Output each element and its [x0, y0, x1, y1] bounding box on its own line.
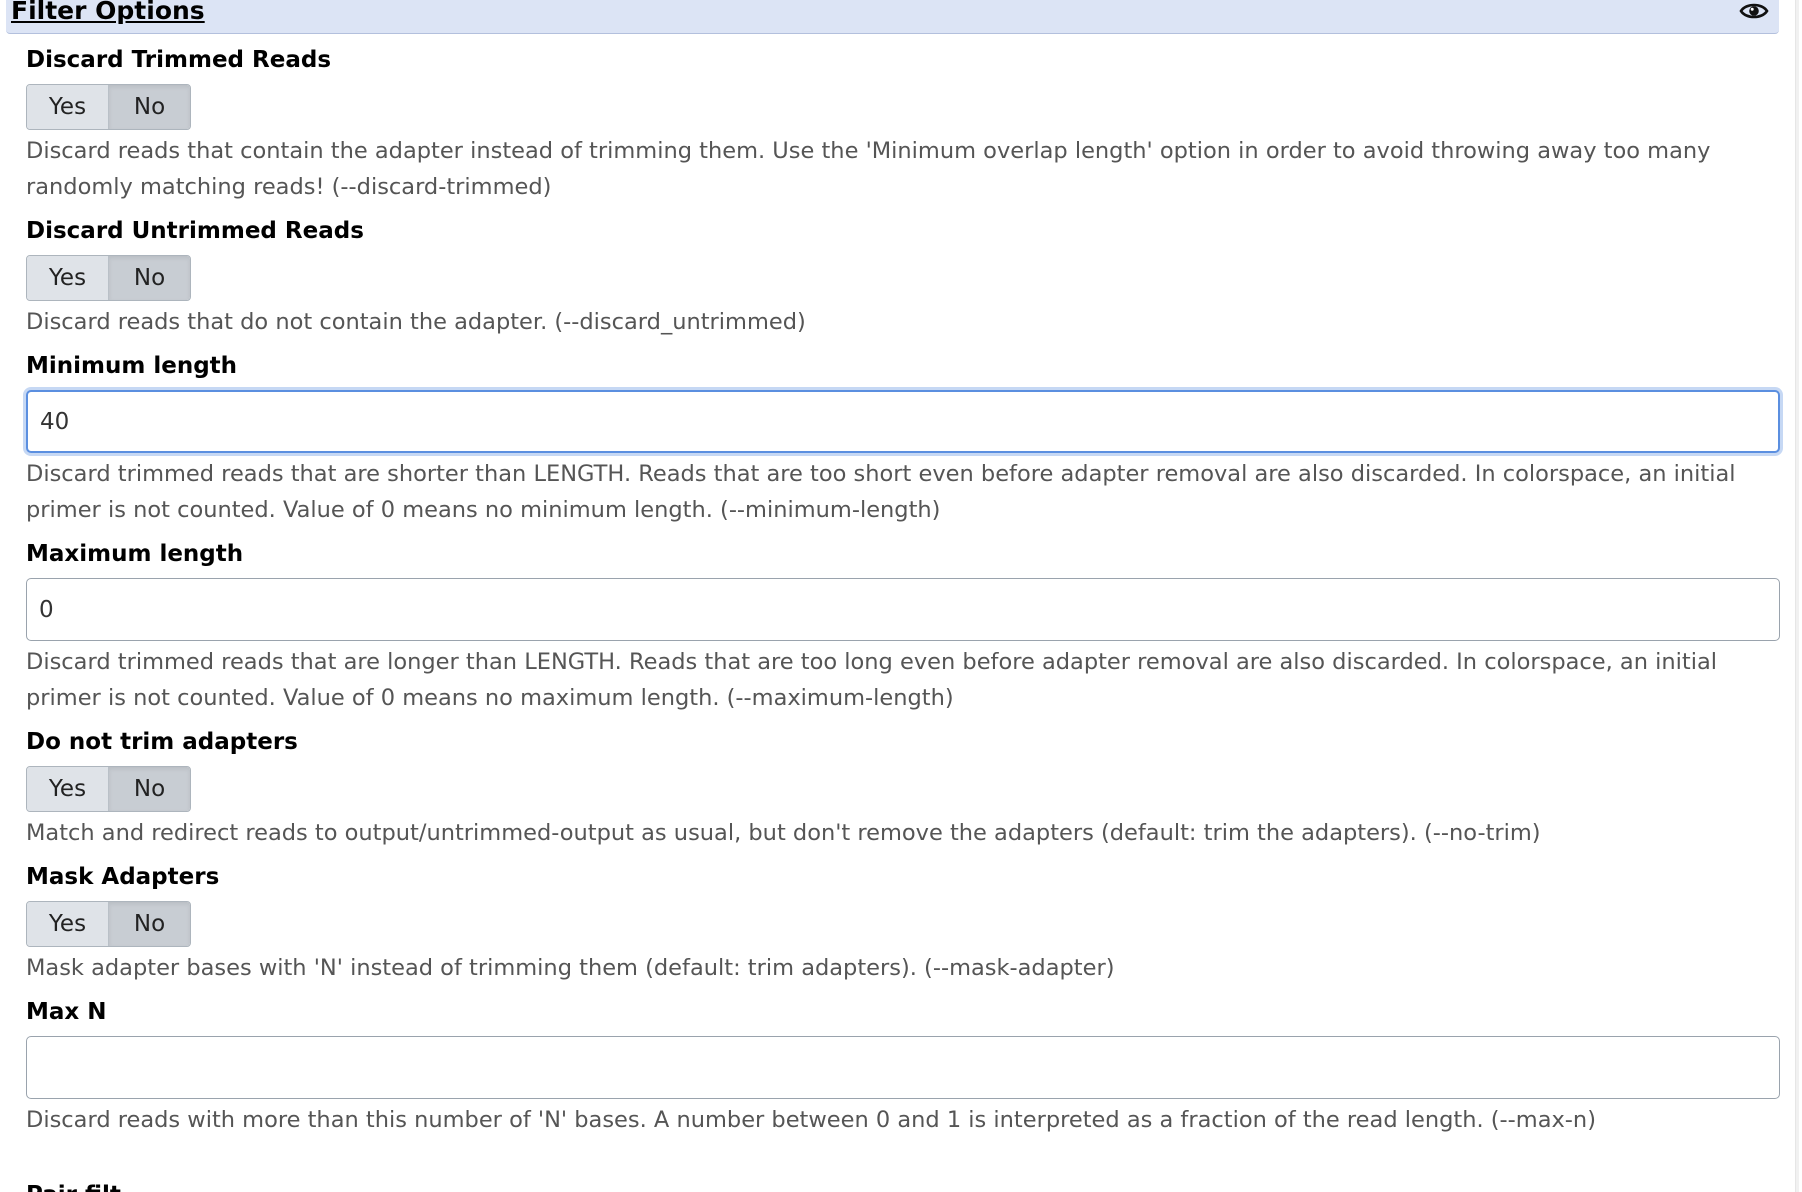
- next-field-label-partial: Pair filt: [26, 1180, 121, 1192]
- help-text: Discard reads that do not contain the ad…: [26, 309, 806, 335]
- field-label: Max N: [26, 999, 107, 1025]
- toggle-no-option[interactable]: No: [108, 256, 190, 300]
- no-trim-toggle[interactable]: Yes No: [26, 766, 191, 812]
- field-max-n: Max N Discard reads with more than this …: [26, 997, 1780, 1138]
- help-text: Discard reads that contain the adapter i…: [26, 138, 1711, 200]
- discard-trimmed-toggle[interactable]: Yes No: [26, 84, 191, 130]
- field-label: Do not trim adapters: [26, 729, 298, 755]
- scrollbar-gutter: [1795, 0, 1799, 1192]
- field-mask-adapters: Mask Adapters Yes No Mask adapter bases …: [26, 862, 1780, 986]
- toggle-no-option[interactable]: No: [108, 767, 190, 811]
- toggle-yes-option[interactable]: Yes: [27, 902, 108, 946]
- toggle-no-option[interactable]: No: [108, 85, 190, 129]
- field-label: Minimum length: [26, 353, 238, 379]
- help-text: Match and redirect reads to output/untri…: [26, 820, 1541, 846]
- toggle-no-option[interactable]: No: [108, 902, 190, 946]
- filter-options-form: Discard Trimmed Reads Yes No Discard rea…: [26, 34, 1780, 1138]
- field-label: Maximum length: [26, 541, 244, 567]
- maximum-length-input[interactable]: [26, 578, 1780, 641]
- toggle-yes-option[interactable]: Yes: [27, 767, 108, 811]
- field-minimum-length: Minimum length Discard trimmed reads tha…: [26, 351, 1780, 528]
- field-label: Mask Adapters: [26, 864, 220, 890]
- help-text: Discard reads with more than this number…: [26, 1107, 1596, 1133]
- discard-untrimmed-toggle[interactable]: Yes No: [26, 255, 191, 301]
- field-label: Discard Untrimmed Reads: [26, 218, 364, 244]
- field-maximum-length: Maximum length Discard trimmed reads tha…: [26, 539, 1780, 716]
- field-discard-trimmed: Discard Trimmed Reads Yes No Discard rea…: [26, 45, 1780, 205]
- eye-icon[interactable]: [1739, 0, 1769, 23]
- filter-options-header: Filter Options: [6, 0, 1779, 34]
- help-text: Mask adapter bases with 'N' instead of t…: [26, 955, 1115, 981]
- help-text: Discard trimmed reads that are longer th…: [26, 649, 1718, 711]
- field-discard-untrimmed: Discard Untrimmed Reads Yes No Discard r…: [26, 216, 1780, 340]
- mask-adapters-toggle[interactable]: Yes No: [26, 901, 191, 947]
- field-label: Discard Trimmed Reads: [26, 47, 332, 73]
- section-title[interactable]: Filter Options: [11, 0, 205, 25]
- field-no-trim: Do not trim adapters Yes No Match and re…: [26, 727, 1780, 851]
- toggle-yes-option[interactable]: Yes: [27, 256, 108, 300]
- toggle-yes-option[interactable]: Yes: [27, 85, 108, 129]
- minimum-length-input[interactable]: [26, 390, 1780, 453]
- max-n-input[interactable]: [26, 1036, 1780, 1099]
- help-text: Discard trimmed reads that are shorter t…: [26, 461, 1736, 523]
